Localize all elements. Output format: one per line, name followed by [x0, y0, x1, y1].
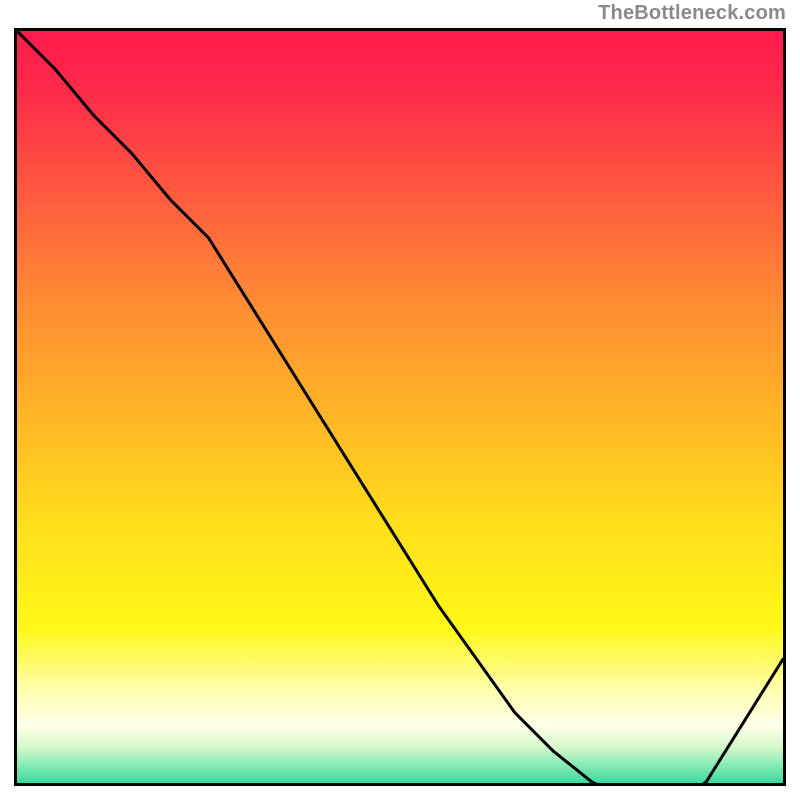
chart-container: [14, 28, 786, 786]
watermark-text: TheBottleneck.com: [598, 2, 786, 25]
chart-background-gradient: [17, 31, 783, 786]
